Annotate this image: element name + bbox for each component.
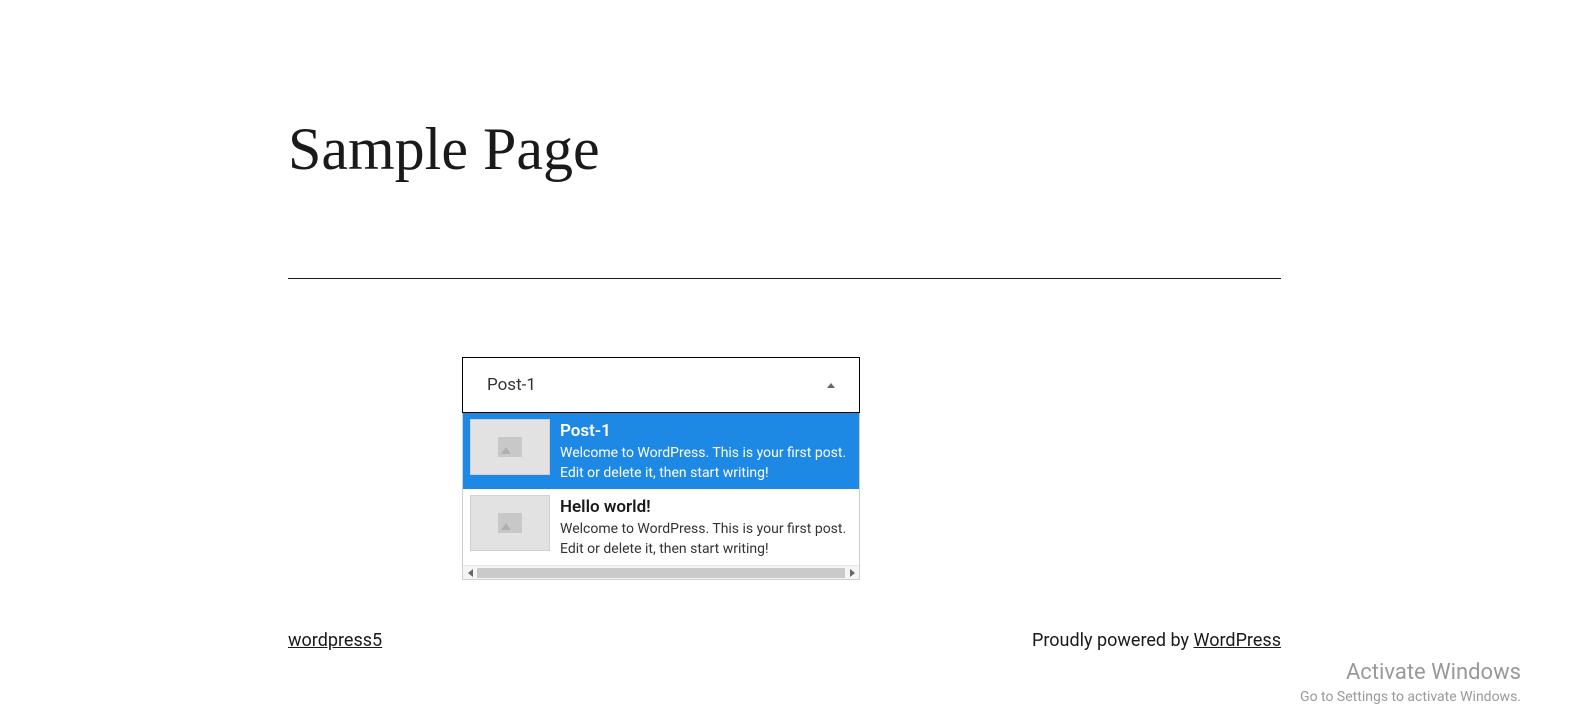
scroll-right-arrow-icon[interactable] [845, 566, 859, 579]
dropdown-combobox: Post-1 Post-1 Welcome to WordPress. This… [462, 357, 860, 580]
dropdown-item-text: Hello world! Welcome to WordPress. This … [560, 495, 852, 559]
thumbnail-placeholder-icon [470, 495, 550, 551]
dropdown-item-hello-world[interactable]: Hello world! Welcome to WordPress. This … [463, 489, 859, 565]
thumbnail-placeholder-icon [470, 419, 550, 475]
dropdown-item-post-1[interactable]: Post-1 Welcome to WordPress. This is you… [463, 413, 859, 489]
horizontal-scrollbar[interactable] [463, 565, 859, 579]
dropdown-selected[interactable]: Post-1 [462, 357, 860, 413]
site-link[interactable]: wordpress5 [288, 630, 382, 651]
windows-activation-subtitle: Go to Settings to activate Windows. [1300, 689, 1521, 705]
footer-left: wordpress5 [288, 630, 382, 651]
page-title: Sample Page [288, 115, 600, 184]
dropdown-list: Post-1 Welcome to WordPress. This is you… [462, 413, 860, 580]
wordpress-link[interactable]: WordPress [1194, 630, 1281, 651]
image-icon [498, 437, 522, 457]
scrollbar-track[interactable] [477, 568, 845, 578]
scroll-left-arrow-icon[interactable] [463, 566, 477, 579]
caret-up-icon [827, 383, 835, 388]
dropdown-item-description: Welcome to WordPress. This is your first… [560, 444, 852, 483]
windows-activation-watermark: Activate Windows [1346, 660, 1521, 685]
powered-by-text: Proudly powered by [1032, 630, 1194, 651]
dropdown-item-text: Post-1 Welcome to WordPress. This is you… [560, 419, 852, 483]
footer-right: Proudly powered by WordPress [1032, 630, 1281, 651]
dropdown-selected-text: Post-1 [487, 375, 536, 395]
footer: wordpress5 Proudly powered by WordPress [288, 630, 1281, 651]
dropdown-item-title: Post-1 [560, 421, 852, 441]
horizontal-divider [288, 278, 1281, 279]
image-icon [498, 513, 522, 533]
dropdown-item-title: Hello world! [560, 497, 852, 517]
dropdown-item-description: Welcome to WordPress. This is your first… [560, 520, 852, 559]
